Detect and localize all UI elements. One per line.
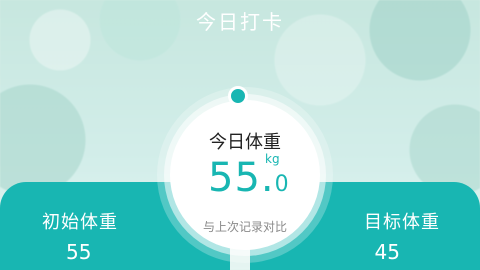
today-weight-decimal: 0: [274, 172, 290, 197]
target-weight-label: 目标体重: [364, 212, 440, 233]
compare-last-record[interactable]: 与上次记录对比: [170, 218, 320, 235]
initial-weight-label: 初始体重: [42, 212, 118, 233]
target-weight-value: 45: [374, 240, 400, 264]
weight-unit: kg: [265, 152, 280, 166]
page-title: 今日打卡: [196, 10, 284, 34]
today-weight-title: 今日体重: [209, 132, 281, 153]
initial-weight-value: 55: [66, 240, 92, 264]
progress-marker-dot: [228, 86, 248, 106]
today-weight-circle[interactable]: 今日体重 55.0 kg 与上次记录对比: [170, 100, 320, 250]
